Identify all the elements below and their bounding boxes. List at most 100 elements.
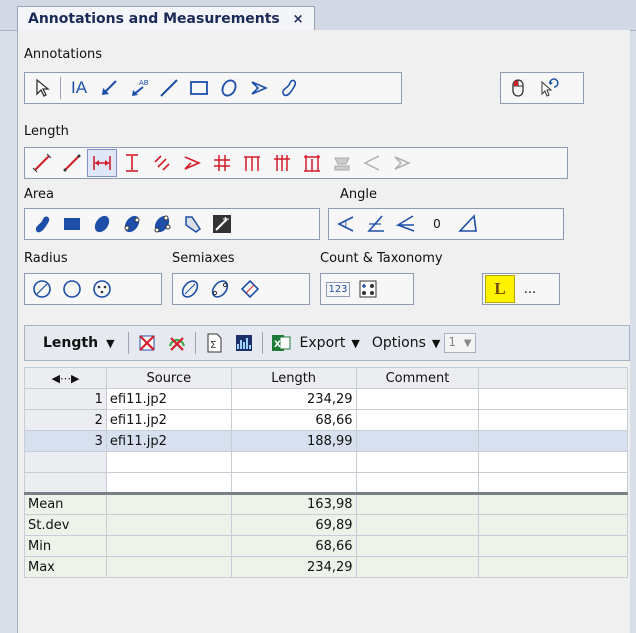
cell-comment[interactable] [355,388,480,410]
taxonomy-count-icon[interactable] [353,275,383,303]
radius-toolbar [24,273,162,305]
text-annotation-icon[interactable]: IA [64,74,94,102]
separator [60,77,61,99]
select-cursor-icon[interactable] [27,74,57,102]
numbered-count-icon[interactable]: 123 [323,275,353,303]
cell-source[interactable]: efi11.jp2 [105,409,232,431]
ellipse-area-icon[interactable] [87,210,117,238]
export-button[interactable]: Export [296,335,350,351]
table-row[interactable]: 1 efi11.jp2 234,29 [24,388,628,410]
table-row-empty [24,472,628,494]
cell-source[interactable]: efi11.jp2 [105,430,232,452]
cell-comment[interactable] [355,430,480,452]
select-undo-icon[interactable] [533,74,563,102]
line-icon[interactable] [154,74,184,102]
table-row[interactable]: 2 efi11.jp2 68,66 [24,409,628,431]
angle-four-point-icon[interactable] [361,210,391,238]
length-toolbar [24,147,568,179]
taxonomy-label-button[interactable]: L [485,275,515,303]
semiaxes-toolbar [172,273,310,305]
cell-length[interactable]: 68,66 [230,409,357,431]
angle-toolbar: 0 [328,208,564,240]
angle-triangle-icon[interactable] [453,210,483,238]
circle-three-point-icon[interactable] [57,275,87,303]
excel-icon[interactable]: X [266,329,296,357]
cell-source[interactable]: efi11.jp2 [105,388,232,410]
area-toolbar [24,208,320,240]
cell-length[interactable]: 234,29 [230,388,357,410]
results-toolbar: Length ▼ Σ X Export ▼ Options ▼ 1 ▼ [24,325,630,361]
ellipse-icon[interactable] [214,74,244,102]
column-header-source[interactable]: Source [105,367,232,389]
polygon-icon[interactable] [244,74,274,102]
section-label-radius: Radius [24,251,68,266]
rectangle-area-icon[interactable] [57,210,87,238]
export-chevron-down-icon[interactable]: ▼ [351,337,359,350]
page-selector[interactable]: 1 ▼ [444,333,476,353]
stat-value: 163,98 [230,492,357,515]
multi-thickness-icon[interactable] [297,149,327,177]
arrow-icon[interactable] [94,74,124,102]
tab-annotations[interactable]: Annotations and Measurements × [17,6,315,31]
count-toolbar: 123 [320,273,414,305]
table-row-selected[interactable]: 3 efi11.jp2 188,99 [24,430,628,452]
cell-length[interactable]: 188,99 [230,430,357,452]
freehand-icon[interactable] [274,74,304,102]
ellipse-semiaxes-icon[interactable] [175,275,205,303]
annotation-toolbar: IA AB [24,72,402,104]
delete-all-icon[interactable] [132,329,162,357]
freehand-area-icon[interactable] [27,210,57,238]
column-header-length[interactable]: Length [230,367,357,389]
annotation-extra-toolbar [500,72,584,104]
polygon-disabled-icon [387,149,417,177]
section-label-length: Length [24,124,69,139]
mouse-icon[interactable] [503,74,533,102]
row-number: 1 [24,388,107,410]
circle-radius-icon[interactable] [27,275,57,303]
rectangle-icon[interactable] [184,74,214,102]
horizontal-length-icon[interactable] [87,149,117,177]
mode-selector[interactable]: Length [39,335,102,351]
angle-horizontal-icon[interactable] [391,210,421,238]
angle-icon[interactable] [331,210,361,238]
options-button[interactable]: Options [368,335,430,351]
options-chevron-down-icon[interactable]: ▼ [432,337,440,350]
close-icon[interactable]: × [293,12,304,27]
row-number: 3 [24,430,107,452]
diamond-semiaxes-icon[interactable] [235,275,265,303]
stats-row-max: Max 234,29 [24,556,628,578]
taxonomy-label-toolbar: L ... [482,273,560,305]
stat-label: Min [24,535,107,557]
parallel-length-icon[interactable] [147,149,177,177]
length-line-icon[interactable] [57,149,87,177]
more-options-button[interactable]: ... [515,275,545,303]
polyline-length-icon[interactable] [177,149,207,177]
multi-vertical-alt-icon[interactable] [267,149,297,177]
circle-points-icon[interactable] [87,275,117,303]
stat-label: Max [24,556,107,578]
cell-empty [478,430,628,452]
column-header-comment[interactable]: Comment [355,367,480,389]
smooth-area-icon[interactable] [117,210,147,238]
shape-area-icon[interactable] [177,210,207,238]
separator [127,332,129,354]
stat-value: 234,29 [230,556,357,578]
column-resize-handle[interactable]: ◀⋯▶ [24,367,107,389]
histogram-icon[interactable] [229,329,259,357]
cell-comment[interactable] [355,409,480,431]
statistics-icon[interactable]: Σ [199,329,229,357]
polygon-area-icon[interactable] [147,210,177,238]
vertical-length-icon[interactable] [117,149,147,177]
delete-selected-icon[interactable] [162,329,192,357]
ellipse-points-icon[interactable] [205,275,235,303]
arrow-text-icon[interactable]: AB [124,74,154,102]
calibrated-line-icon[interactable] [27,149,57,177]
section-label-semiaxes: Semiaxes [172,251,235,266]
triangle-disabled-icon [357,149,387,177]
chevron-down-icon[interactable]: ▼ [106,337,114,350]
page-chevron-down-icon: ▼ [463,338,472,349]
grid-length-icon[interactable] [207,149,237,177]
section-label-angle: Angle [340,187,377,202]
multi-vertical-icon[interactable] [237,149,267,177]
wand-area-icon[interactable] [207,210,237,238]
